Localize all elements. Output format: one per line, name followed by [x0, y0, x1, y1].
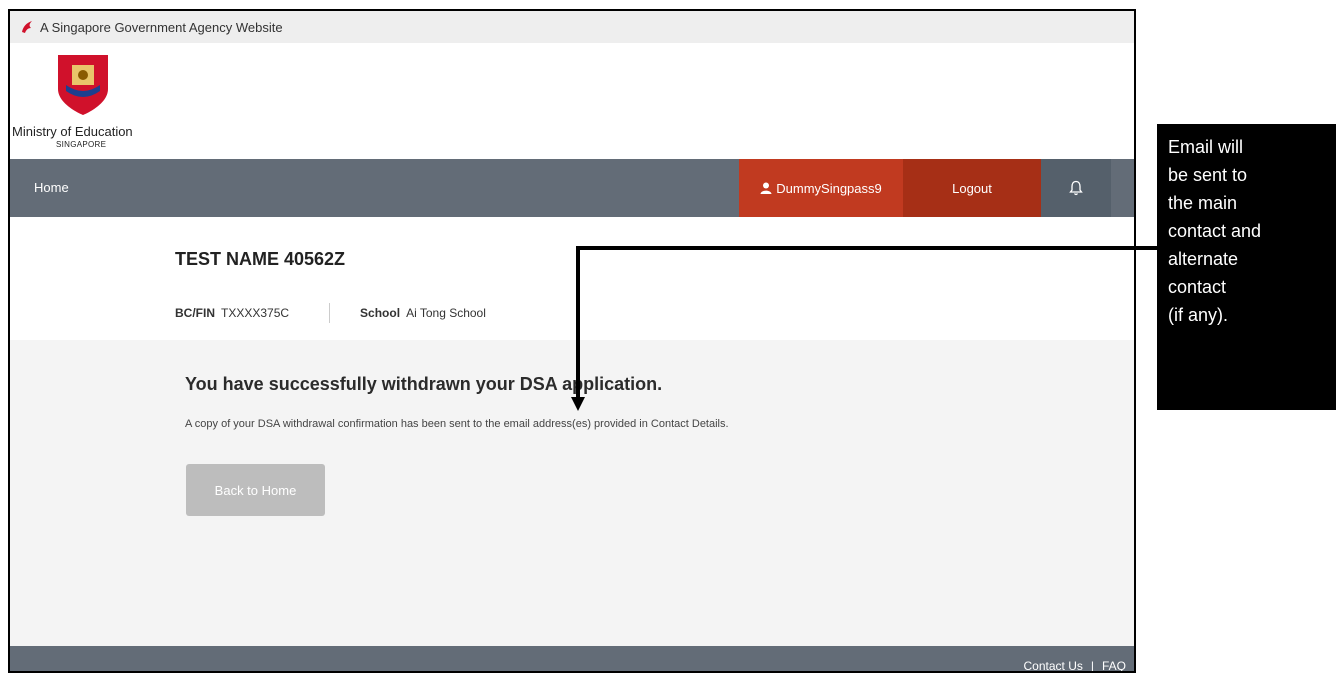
confirmation-heading: You have successfully withdrawn your DSA…	[185, 374, 663, 394]
main-nav: Home DummySingpass9 Logout	[10, 159, 1134, 217]
user-menu[interactable]: DummySingpass9	[739, 159, 903, 217]
gov-banner-text: A Singapore Government Agency Website	[40, 19, 283, 35]
back-to-home-button[interactable]: Back to Home	[186, 464, 325, 516]
confirmation-message: A copy of your DSA withdrawal confirmati…	[185, 418, 729, 430]
confirmation-section: You have successfully withdrawn your DSA…	[10, 340, 1134, 646]
student-meta: BC/FIN TXXXX375C School Ai Tong School	[175, 303, 486, 323]
school-label: School	[360, 306, 401, 320]
school-value: Ai Tong School	[406, 306, 486, 320]
logout-button[interactable]: Logout	[903, 159, 1041, 217]
nav-home-link[interactable]: Home	[34, 159, 69, 217]
bcfin-value: TXXXX375C	[221, 306, 290, 320]
annotation-arrow-head	[571, 397, 585, 411]
brand-subtitle: SINGAPORE	[56, 140, 107, 149]
bell-icon	[1069, 180, 1083, 196]
footer-links: Contact Us | FAQ	[1024, 646, 1127, 671]
singapore-lion-icon	[20, 20, 34, 34]
browser-page-frame: A Singapore Government Agency Website Mi…	[8, 9, 1136, 673]
moe-crest-icon	[50, 51, 116, 117]
annotation-arrow-line	[578, 246, 1160, 250]
bcfin-label: BC/FIN	[175, 306, 215, 320]
annotation-callout: Email will be sent to the main contact a…	[1157, 124, 1336, 410]
user-icon	[760, 182, 772, 194]
brand-header: Ministry of Education SINGAPORE	[10, 43, 1134, 159]
student-profile: TEST NAME 40562Z BC/FIN TXXXX375C School…	[10, 217, 1134, 340]
meta-divider	[329, 303, 331, 323]
annotation-arrow-stem	[576, 246, 580, 399]
student-name: TEST NAME 40562Z	[175, 249, 346, 269]
user-name: DummySingpass9	[776, 180, 882, 196]
brand-name: Ministry of Education	[12, 124, 133, 139]
footer: Contact Us | FAQ	[10, 646, 1134, 671]
notifications-button[interactable]	[1041, 159, 1111, 217]
gov-banner: A Singapore Government Agency Website	[10, 11, 1134, 43]
